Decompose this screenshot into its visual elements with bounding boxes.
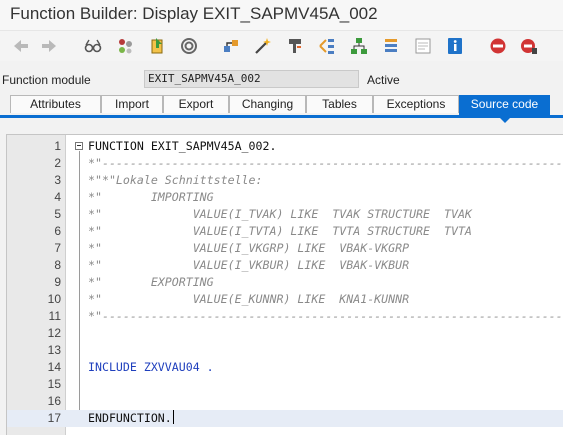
tab-exceptions[interactable]: Exceptions (373, 95, 459, 113)
object-list-icon[interactable] (316, 35, 338, 57)
other-object-icon[interactable] (114, 35, 136, 57)
documentation-icon[interactable] (412, 35, 434, 57)
title-bar: Function Builder: Display EXIT_SAPMV45A_… (0, 0, 563, 31)
line-number: 5 (54, 207, 61, 221)
source-code-editor[interactable]: 1 FUNCTION EXIT_SAPMV45A_002. 2 *"---------… (6, 134, 563, 435)
breakpoint-icon[interactable] (518, 35, 540, 57)
function-module-header: Function module EXIT_SAPMV45A_002 Active (0, 66, 563, 94)
code-line[interactable]: 7 *" VALUE(I_VKGRP) LIKE VBAK-VKGRP (7, 240, 563, 257)
line-number: 3 (54, 173, 61, 187)
display-change-icon[interactable] (146, 35, 168, 57)
code-text: FUNCTION EXIT_SAPMV45A_002. (88, 139, 277, 153)
line-number: 9 (54, 275, 61, 289)
active-tab-indicator (499, 118, 510, 123)
status-text: Active (367, 73, 400, 87)
line-number: 10 (47, 292, 61, 306)
code-line[interactable]: 16 (7, 393, 563, 410)
code-line[interactable]: 1 FUNCTION EXIT_SAPMV45A_002. (7, 138, 563, 155)
tab-import[interactable]: Import (101, 95, 163, 113)
code-text: *" VALUE(E_KUNNR) LIKE KNA1-KUNNR (88, 292, 410, 306)
tab-tables[interactable]: Tables (306, 95, 373, 113)
line-number: 13 (47, 343, 61, 357)
code-text: *"--------------------------------------… (88, 309, 563, 323)
tab-source-code[interactable]: Source code (459, 95, 550, 123)
info-icon[interactable] (444, 35, 466, 57)
code-text: ENDFUNCTION. (88, 410, 174, 425)
tab-changing[interactable]: Changing (229, 95, 306, 113)
line-number: 4 (54, 190, 61, 204)
activate-icon[interactable] (178, 35, 200, 57)
back-arrow-icon[interactable] (10, 35, 32, 57)
code-text: *" VALUE(I_TVAK) LIKE TVAK STRUCTURE TVA… (88, 207, 472, 221)
code-line[interactable]: 9 *" EXPORTING (7, 274, 563, 291)
code-line[interactable]: 11 *"------------------------------------… (7, 308, 563, 325)
application-toolbar (0, 31, 563, 61)
collapse-block-icon[interactable] (75, 142, 83, 150)
code-line[interactable]: 5 *" VALUE(I_TVAK) LIKE TVAK STRUCTURE TV… (7, 206, 563, 223)
code-line[interactable]: 3 *"*"Lokale Schnittstelle: (7, 172, 563, 189)
code-text: *"--------------------------------------… (88, 156, 563, 170)
code-line[interactable]: 4 *" IMPORTING (7, 189, 563, 206)
code-line[interactable]: 6 *" VALUE(I_TVTA) LIKE TVTA STRUCTURE TV… (7, 223, 563, 240)
tab-source-code-label: Source code (470, 97, 539, 111)
line-number: 6 (54, 224, 61, 238)
pretty-printer-icon[interactable] (284, 35, 306, 57)
line-number: 15 (47, 377, 61, 391)
code-line[interactable]: 8 *" VALUE(I_VKBUR) LIKE VBAK-VKBUR (7, 257, 563, 274)
code-text: *"*"Lokale Schnittstelle: (88, 173, 263, 187)
tab-attributes[interactable]: Attributes (10, 95, 101, 113)
code-line[interactable]: 10 *" VALUE(E_KUNNR) LIKE KNA1-KUNNR (7, 291, 563, 308)
code-line[interactable]: 14 INCLUDE ZXVVAU04 . (7, 359, 563, 376)
stack-icon[interactable] (380, 35, 402, 57)
line-number: 11 (48, 309, 61, 323)
line-number: 17 (47, 411, 61, 425)
glasses-icon[interactable] (82, 35, 104, 57)
code-line[interactable]: 15 (7, 376, 563, 393)
code-text: *" VALUE(I_VKGRP) LIKE VBAK-VKGRP (88, 241, 410, 255)
code-line[interactable]: 17 ENDFUNCTION. (7, 410, 563, 427)
stop-icon[interactable] (487, 35, 509, 57)
tab-export[interactable]: Export (163, 95, 229, 113)
line-number: 8 (54, 258, 61, 272)
code-text: *" IMPORTING (88, 190, 214, 204)
code-text: *" VALUE(I_TVTA) LIKE TVTA STRUCTURE TVT… (88, 224, 472, 238)
line-number: 7 (54, 241, 61, 255)
line-number: 14 (47, 360, 61, 374)
code-text: INCLUDE ZXVVAU04 . (88, 360, 214, 374)
hierarchy-icon[interactable] (348, 35, 370, 57)
function-module-label: Function module (2, 73, 91, 87)
code-line[interactable]: 12 (7, 325, 563, 342)
line-number: 1 (54, 139, 61, 153)
function-module-field[interactable]: EXIT_SAPMV45A_002 (144, 70, 359, 88)
forward-arrow-icon[interactable] (38, 35, 60, 57)
code-text: *" EXPORTING (88, 275, 214, 289)
where-used-icon[interactable] (220, 35, 242, 57)
code-text: *" VALUE(I_VKBUR) LIKE VBAK-VKBUR (88, 258, 410, 272)
line-number: 16 (47, 394, 61, 408)
window-title: Function Builder: Display EXIT_SAPMV45A_… (10, 4, 378, 23)
text-cursor (172, 410, 174, 424)
code-line[interactable]: 2 *"-------------------------------------… (7, 155, 563, 172)
line-number: 12 (47, 326, 61, 340)
line-number: 2 (54, 156, 61, 170)
code-line[interactable]: 13 (7, 342, 563, 359)
magic-wand-icon[interactable] (252, 35, 274, 57)
tab-strip: Attributes Import Export Changing Tables… (0, 95, 563, 123)
